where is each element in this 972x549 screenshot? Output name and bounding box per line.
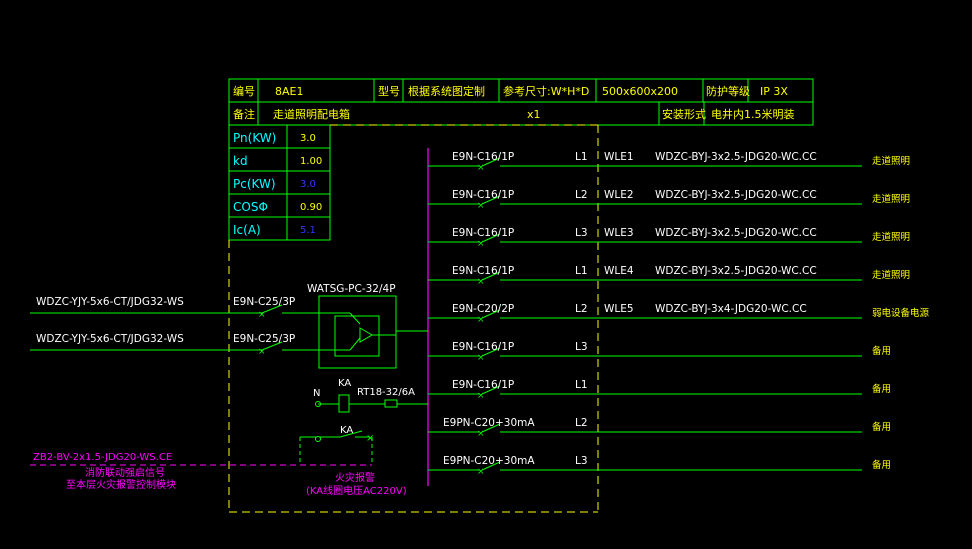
feeder-circuit: WLE5	[604, 303, 634, 315]
control-note2: 至本层火灾报警控制模块	[66, 478, 176, 491]
row1-value-2: 500x600x200	[602, 85, 678, 98]
feeder-use: 备用	[872, 383, 891, 395]
feeder-use: 走道照明	[872, 193, 910, 205]
feeder-breaker: E9N-C16/1P	[452, 151, 514, 163]
control-box-note1: 火灾报警	[335, 471, 375, 484]
feeder-cable: WDZC-BYJ-3x2.5-JDG20-WC.CC	[655, 189, 817, 201]
feeder-breaker: E9N-C20/2P	[452, 303, 514, 315]
feeder-phase: L1	[575, 265, 588, 277]
feeder-cable: WDZC-BYJ-3x2.5-JDG20-WC.CC	[655, 227, 817, 239]
param-label: kd	[233, 154, 248, 168]
row1-value-0: 8AE1	[275, 85, 303, 98]
row1-label-2: 参考尺寸:W*H*D	[503, 84, 589, 98]
control-ka-label: KA	[338, 378, 351, 389]
feeder-cable: WDZC-BYJ-3x2.5-JDG20-WC.CC	[655, 265, 817, 277]
param-value: 0.90	[300, 202, 322, 213]
feeder-phase: L1	[575, 379, 588, 391]
breaker-contact-mark: ×	[477, 315, 485, 325]
param-label: Pn(KW)	[233, 131, 276, 145]
row2-value: 走道照明配电箱	[273, 107, 350, 121]
param-label: Ic(A)	[233, 223, 261, 237]
feeder-phase: L1	[575, 151, 588, 163]
feeder-breaker: E9N-C16/1P	[452, 189, 514, 201]
incomer-breaker: E9N-C25/3P	[233, 333, 295, 345]
control-n-label: N	[313, 388, 320, 399]
feeder-breaker: E9PN-C20+30mA	[443, 455, 535, 467]
feeder-use: 备用	[872, 345, 891, 357]
breaker-contact-mark: ×	[477, 467, 485, 477]
row1-label-3: 防护等级	[706, 84, 750, 98]
param-value: 5.1	[300, 225, 316, 236]
feeder-circuit: WLE4	[604, 265, 634, 277]
feeder-breaker: E9N-C16/1P	[452, 227, 514, 239]
feeder-use: 走道照明	[872, 269, 910, 281]
feeder-phase: L2	[575, 189, 588, 201]
row2-install-value: 电井内1.5米明装	[711, 107, 795, 121]
breaker-contact-mark: ×	[477, 353, 485, 363]
incomer-cable: WDZC-YJY-5x6-CT/JDG32-WS	[36, 296, 184, 308]
feeder-breaker: E9N-C16/1P	[452, 341, 514, 353]
param-label: Pc(KW)	[233, 177, 276, 191]
feeder-phase: L2	[575, 417, 588, 429]
incomer-breaker: E9N-C25/3P	[233, 296, 295, 308]
breaker-contact-mark: ×	[258, 310, 266, 320]
breaker-contact-mark: ×	[477, 391, 485, 401]
feeder-breaker: E9N-C16/1P	[452, 379, 514, 391]
param-value: 3.0	[300, 179, 316, 190]
feeder-breaker: E9PN-C20+30mA	[443, 417, 535, 429]
feeder-group: ×E9N-C16/1P L1 WLE1 WDZC-BYJ-3x2.5-JDG20-WC…	[428, 151, 930, 477]
breaker-contact-mark: ×	[477, 239, 485, 249]
control-fuse-label: RT18-32/6A	[357, 387, 415, 398]
breaker-contact-mark: ×	[477, 429, 485, 439]
param-label: COSΦ	[233, 200, 268, 214]
control-note1: 消防联动强启信号	[85, 466, 165, 479]
param-value: 3.0	[300, 133, 316, 144]
param-table: Pn(KW) 3.0 kd 1.00 Pc(KW) 3.0 COSΦ 0.90 Ic(A) 5.1	[228, 124, 331, 241]
row1-value-3: IP 3X	[760, 85, 788, 98]
row2-label: 备注	[233, 107, 255, 121]
distribution-box-schematic: 编号 8AE1 型号 根据系统图定制 参考尺寸:W*H*D 500x600x20…	[30, 78, 930, 513]
row1-label-0: 编号	[233, 84, 255, 98]
feeder-circuit: WLE2	[604, 189, 634, 201]
feeder-breaker: E9N-C16/1P	[452, 265, 514, 277]
breaker-contact-mark: ×	[477, 277, 485, 287]
feeder-phase: L3	[575, 341, 588, 353]
breaker-contact-mark: ×	[477, 163, 485, 173]
param-value: 1.00	[300, 156, 322, 167]
feeder-phase: L3	[575, 227, 588, 239]
control-box-note2: (KA线圈电压AC220V)	[306, 484, 407, 497]
feeder-use: 备用	[872, 459, 891, 471]
ats-label: WATSG-PC-32/4P	[307, 283, 396, 295]
feeder-circuit: WLE1	[604, 151, 634, 163]
feeder-use: 走道照明	[872, 155, 910, 167]
incomer-cable: WDZC-YJY-5x6-CT/JDG32-WS	[36, 333, 184, 345]
feeder-use: 备用	[872, 421, 891, 433]
feeder-circuit: WLE3	[604, 227, 634, 239]
row1-label-1: 型号	[378, 84, 400, 98]
control-cable: ZB2-BV-2x1.5-JDG20-WS.CE	[33, 452, 172, 463]
feeder-cable: WDZC-BYJ-3x2.5-JDG20-WC.CC	[655, 151, 817, 163]
ats-switch: WATSG-PC-32/4P	[300, 283, 428, 369]
row2-install-label: 安装形式	[662, 107, 706, 121]
feeder-phase: L2	[575, 303, 588, 315]
feeder-use: 走道照明	[872, 231, 910, 243]
row1-value-1: 根据系统图定制	[408, 84, 485, 98]
feeder-phase: L3	[575, 455, 588, 467]
feeder-cable: WDZC-BYJ-3x4-JDG20-WC.CC	[655, 303, 807, 315]
contact-mark: ×	[366, 433, 374, 444]
header-table: 编号 8AE1 型号 根据系统图定制 参考尺寸:W*H*D 500x600x20…	[228, 78, 814, 126]
breaker-contact-mark: ×	[477, 201, 485, 211]
breaker-contact-mark: ×	[258, 347, 266, 357]
incomer-group: × WDZC-YJY-5x6-CT/JDG32-WS E9N-C25/3P × WDZC…	[30, 296, 300, 357]
feeder-use: 弱电设备电源	[872, 307, 930, 319]
row2-qty: x1	[527, 108, 541, 121]
